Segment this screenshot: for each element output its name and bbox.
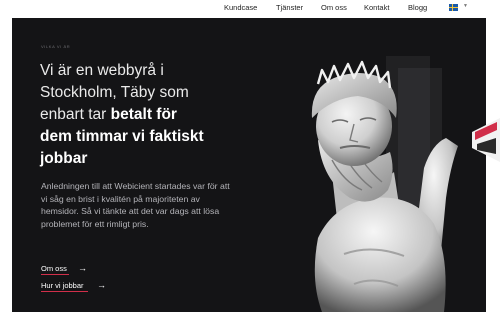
how-we-work-link-label: Hur vi jobbar bbox=[41, 281, 84, 290]
hero-description: Anledningen till att Webicient startades… bbox=[41, 181, 230, 229]
headline-line-1: Vi är en webbyrå i bbox=[40, 62, 164, 79]
about-us-link-label: Om oss bbox=[41, 264, 67, 273]
nav-item-tjanster[interactable]: Tjänster bbox=[276, 3, 303, 12]
how-we-work-underline bbox=[41, 291, 88, 292]
statue-image bbox=[311, 56, 458, 312]
language-selector[interactable]: ▼ bbox=[446, 2, 472, 14]
headline-line-3-bold: betalt för bbox=[110, 106, 177, 123]
about-us-underline bbox=[41, 274, 69, 275]
nav-item-kontakt[interactable]: Kontakt bbox=[364, 3, 389, 12]
caret-down-icon: ▼ bbox=[463, 3, 468, 9]
arrow-right-icon: → bbox=[97, 280, 106, 290]
headline-line-5: jobbar bbox=[40, 150, 88, 167]
headline-line-4: dem timmar vi faktiskt bbox=[40, 128, 204, 145]
hero-eyebrow: VILKA VI ÄR bbox=[41, 44, 71, 49]
headline-line-3: enbart tar bbox=[40, 106, 111, 123]
hero-headline: Vi är en webbyrå i Stockholm, Täby som e… bbox=[40, 60, 230, 170]
nav-item-blogg[interactable]: Blogg bbox=[408, 3, 427, 12]
nav-item-om-oss[interactable]: Om oss bbox=[321, 3, 347, 12]
about-us-link[interactable]: Om oss → bbox=[41, 263, 87, 275]
how-we-work-link[interactable]: Hur vi jobbar → bbox=[41, 280, 106, 292]
top-navigation: Kundcase Tjänster Om oss Kontakt Blogg ▼ bbox=[0, 0, 500, 16]
swedish-flag-icon bbox=[449, 4, 458, 11]
arrow-right-icon: → bbox=[78, 263, 87, 273]
nav-item-kundcase[interactable]: Kundcase bbox=[224, 3, 257, 12]
headline-line-2: Stockholm, Täby som bbox=[40, 84, 189, 101]
side-badge[interactable] bbox=[472, 118, 500, 162]
hero-section: VILKA VI ÄR Vi är en webbyrå i Stockholm… bbox=[12, 18, 486, 312]
